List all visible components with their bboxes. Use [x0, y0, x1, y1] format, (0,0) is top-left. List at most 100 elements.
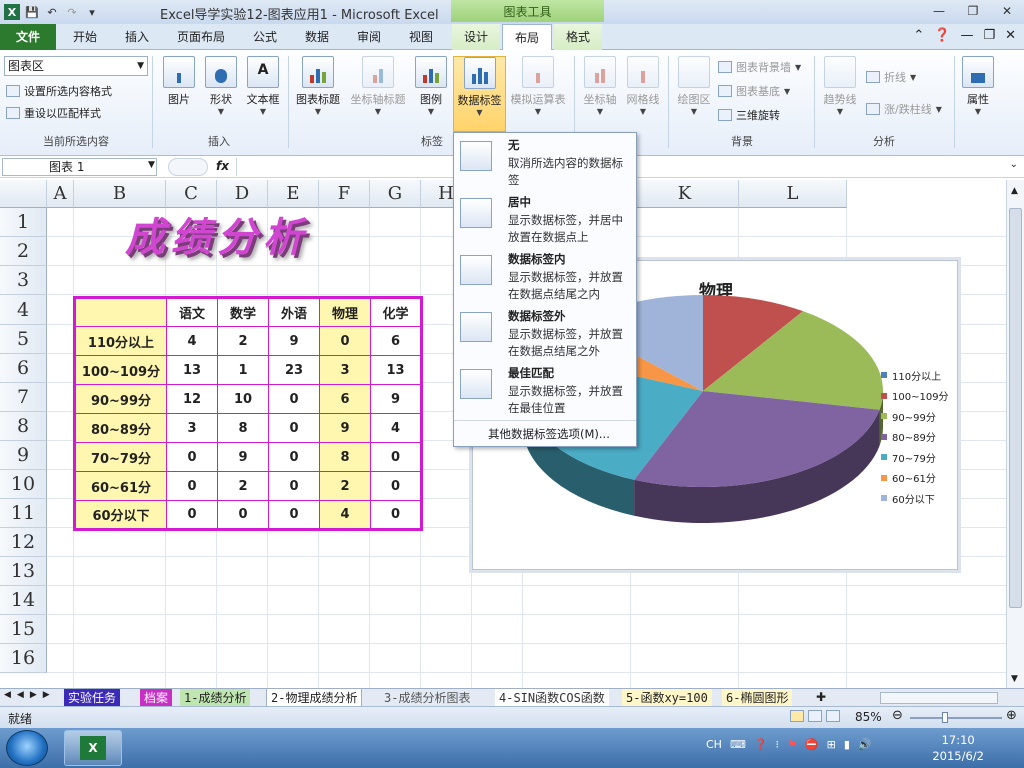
table-cell[interactable]: 0: [166, 471, 218, 501]
data-label-option[interactable]: 数据标签外 显示数据标签，并放置在数据点结尾之外: [454, 304, 636, 361]
tab-review[interactable]: 审阅: [346, 24, 392, 50]
legend-entry[interactable]: 110分以上: [881, 365, 949, 386]
zoom-level[interactable]: 85%: [855, 710, 882, 724]
row-header-4[interactable]: 4: [0, 295, 47, 325]
legend-button[interactable]: 图例 ▼: [410, 56, 452, 126]
legend-entry[interactable]: 90~99分: [881, 406, 949, 427]
tab-insert[interactable]: 插入: [114, 24, 160, 50]
table-cell[interactable]: 9: [319, 413, 371, 443]
row-label-cell[interactable]: 100~109分: [74, 355, 167, 385]
table-cell[interactable]: 2: [217, 471, 269, 501]
table-cell[interactable]: 4: [370, 413, 422, 443]
lines-button[interactable]: 折线 ▼: [866, 68, 916, 86]
table-cell[interactable]: 13: [370, 355, 422, 385]
sheet-tab-experiment-tasks[interactable]: 实验任务: [64, 689, 121, 707]
undo-icon[interactable]: ↶: [44, 4, 60, 20]
table-cell[interactable]: 1: [217, 355, 269, 385]
row-header-1[interactable]: 1: [0, 208, 47, 237]
insert-sheet-icon[interactable]: ✚: [816, 690, 826, 704]
zoom-slider[interactable]: [910, 717, 1002, 719]
formula-bar-handle[interactable]: [168, 158, 208, 176]
trendline-button[interactable]: 趋势线 ▼: [818, 56, 862, 126]
table-cell[interactable]: 0: [268, 442, 320, 472]
legend-entry[interactable]: 70~79分: [881, 447, 949, 468]
tab-file[interactable]: 文件: [0, 24, 56, 50]
data-label-option[interactable]: 居中 显示数据标签，并居中放置在数据点上: [454, 190, 636, 247]
row-label-cell[interactable]: 80~89分: [74, 413, 167, 443]
row-header-16[interactable]: 16: [0, 644, 47, 673]
clock[interactable]: 17:10 2015/6/2: [932, 732, 984, 764]
tab-formulas[interactable]: 公式: [242, 24, 288, 50]
name-box[interactable]: 图表 1: [2, 158, 157, 176]
column-header-G[interactable]: G: [370, 180, 421, 208]
expand-formula-icon[interactable]: ⌄: [1010, 159, 1018, 170]
scroll-up-icon[interactable]: ▲: [1011, 186, 1018, 196]
table-cell[interactable]: 2: [217, 326, 269, 356]
table-cell[interactable]: 0: [370, 471, 422, 501]
reset-style-button[interactable]: 重设以匹配样式: [6, 104, 101, 122]
table-header-cell[interactable]: [74, 297, 167, 327]
properties-button[interactable]: 属性 ▼: [956, 56, 1000, 126]
table-cell[interactable]: 6: [319, 384, 371, 414]
legend-entry[interactable]: 60~61分: [881, 468, 949, 489]
horizontal-scrollbar[interactable]: [880, 692, 998, 704]
insert-shapes-button[interactable]: 形状 ▼: [198, 56, 244, 126]
table-cell[interactable]: 0: [370, 442, 422, 472]
table-cell[interactable]: 0: [370, 500, 422, 530]
chart-floor-button[interactable]: 图表基底 ▼: [718, 82, 790, 100]
table-cell[interactable]: 23: [268, 355, 320, 385]
table-cell[interactable]: 0: [319, 326, 371, 356]
row-header-6[interactable]: 6: [0, 354, 47, 383]
column-header-L[interactable]: L: [739, 180, 847, 208]
table-cell[interactable]: 0: [268, 413, 320, 443]
table-cell[interactable]: 2: [319, 471, 371, 501]
alert-icon[interactable]: ⛔: [805, 738, 819, 751]
table-cell[interactable]: 3: [166, 413, 218, 443]
restore-button[interactable]: ❐: [956, 0, 990, 22]
doc-close-icon[interactable]: ✕: [1005, 28, 1016, 43]
insert-function-icon[interactable]: fx: [216, 159, 229, 173]
row-header-2[interactable]: 2: [0, 237, 47, 266]
table-cell[interactable]: 9: [217, 442, 269, 472]
column-header-D[interactable]: D: [217, 180, 268, 208]
row-label-cell[interactable]: 110分以上: [74, 326, 167, 356]
row-header-10[interactable]: 10: [0, 470, 47, 499]
legend-entry[interactable]: 100~109分: [881, 386, 949, 407]
start-button[interactable]: [6, 730, 48, 766]
taskbar-excel[interactable]: X: [64, 730, 122, 766]
table-cell[interactable]: 0: [217, 500, 269, 530]
tab-data[interactable]: 数据: [294, 24, 340, 50]
sheet-tab-archive[interactable]: 档案: [140, 689, 173, 707]
excel-app-icon[interactable]: X: [4, 4, 20, 20]
zoom-out-icon[interactable]: ⊖: [892, 708, 903, 723]
doc-minimize-icon[interactable]: —: [960, 28, 973, 43]
table-header-cell[interactable]: 化学: [370, 297, 422, 327]
legend-entry[interactable]: 60分以下: [881, 488, 949, 509]
scrollbar-thumb[interactable]: [1009, 208, 1022, 608]
table-cell[interactable]: 13: [166, 355, 218, 385]
flag-icon[interactable]: ⚑: [787, 738, 797, 751]
table-cell[interactable]: 9: [370, 384, 422, 414]
table-cell[interactable]: 6: [370, 326, 422, 356]
input-language[interactable]: CH: [706, 738, 722, 751]
help-tray-icon[interactable]: ❓: [754, 738, 768, 751]
data-label-option[interactable]: 无取消所选内容的数据标签: [454, 133, 636, 190]
table-cell[interactable]: 8: [319, 442, 371, 472]
sheet-tab-sin-cos[interactable]: 4-SIN函数COS函数: [495, 689, 609, 707]
row-header-3[interactable]: 3: [0, 266, 47, 295]
row-header-9[interactable]: 9: [0, 441, 47, 470]
tab-design[interactable]: 设计: [452, 24, 500, 50]
table-cell[interactable]: 4: [319, 500, 371, 530]
keyboard-icon[interactable]: ⌨: [730, 738, 746, 751]
sheet-tab-physics-analysis[interactable]: 2-物理成绩分析: [266, 689, 363, 707]
chart-wall-button[interactable]: 图表背景墙 ▼: [718, 58, 801, 76]
tab-view[interactable]: 视图: [398, 24, 444, 50]
sheet-nav-arrows[interactable]: ◀◀▶▶: [4, 690, 56, 700]
help-icon[interactable]: ❓: [934, 28, 950, 43]
volume-icon[interactable]: 🔊: [858, 738, 872, 751]
save-icon[interactable]: 💾: [24, 4, 40, 20]
table-cell[interactable]: 0: [166, 442, 218, 472]
customize-qat-icon[interactable]: ▾: [84, 4, 100, 20]
page-break-view-icon[interactable]: [826, 710, 840, 722]
table-header-cell[interactable]: 语文: [166, 297, 218, 327]
